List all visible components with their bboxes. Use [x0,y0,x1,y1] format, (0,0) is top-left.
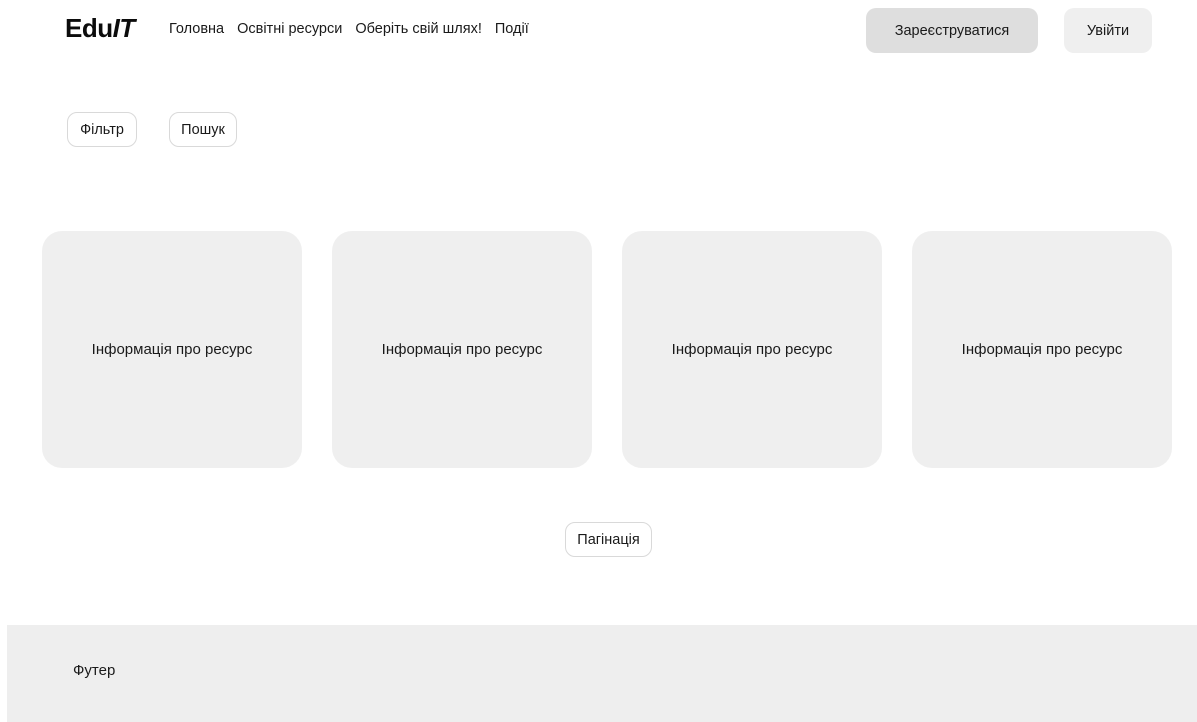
resource-card[interactable]: Інформація про ресурс [912,231,1172,468]
footer-label: Футер [73,662,116,679]
site-header: EduIT Головна Освітні ресурси Оберіть св… [0,0,1197,62]
filter-button[interactable]: Фільтр [67,112,137,147]
logo-prefix: Edu [65,13,113,43]
nav-link-resources[interactable]: Освітні ресурси [237,21,342,37]
resource-card-label: Інформація про ресурс [91,341,253,358]
nav-link-home[interactable]: Головна [169,21,224,37]
logo[interactable]: EduIT [65,13,135,44]
resource-card[interactable]: Інформація про ресурс [332,231,592,468]
register-button[interactable]: Зареєструватися [866,8,1038,53]
resource-card-label: Інформація про ресурс [961,341,1123,358]
resource-cards: Інформація про ресурс Інформація про рес… [42,231,1172,468]
main-nav: Головна Освітні ресурси Оберіть свій шля… [169,21,542,37]
logo-suffix: IT [112,13,136,43]
nav-link-events[interactable]: Події [495,21,529,37]
nav-link-choose-path[interactable]: Оберіть свій шлях! [355,21,482,37]
resource-card-label: Інформація про ресурс [381,341,543,358]
search-button[interactable]: Пошук [169,112,237,147]
resource-card[interactable]: Інформація про ресурс [622,231,882,468]
resource-card-label: Інформація про ресурс [671,341,833,358]
pagination-button[interactable]: Пагінація [565,522,652,557]
login-button[interactable]: Увійти [1064,8,1152,53]
site-footer: Футер [7,625,1197,722]
resource-card[interactable]: Інформація про ресурс [42,231,302,468]
